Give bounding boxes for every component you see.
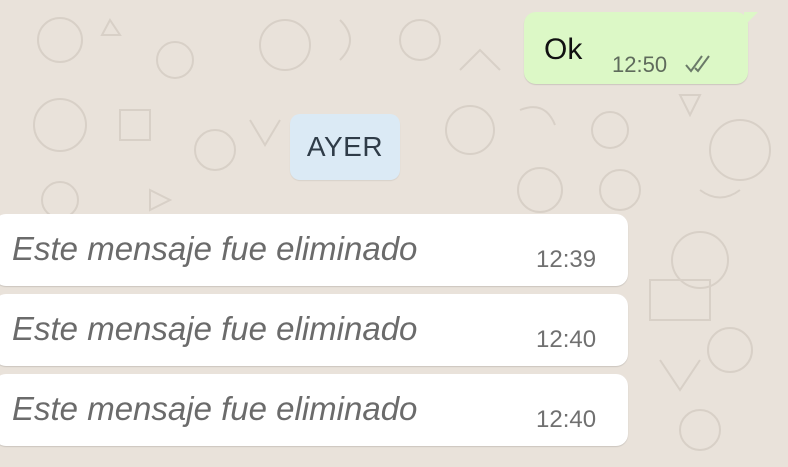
double-check-icon <box>684 54 714 74</box>
deleted-message-text: Este mensaje fue eliminado <box>12 390 418 427</box>
message-time: 12:40 <box>536 406 597 433</box>
incoming-message-bubble[interactable]: Este mensaje fue eliminado 12:39 <box>0 214 628 286</box>
deleted-message-text: Este mensaje fue eliminado <box>12 310 418 347</box>
message-text: Ok <box>544 33 583 66</box>
bubble-tail <box>744 12 758 26</box>
message-time: 12:40 <box>536 326 597 353</box>
incoming-message-bubble[interactable]: Este mensaje fue eliminado 12:40 <box>0 294 628 366</box>
incoming-message-bubble[interactable]: Este mensaje fue eliminado 12:40 <box>0 374 628 446</box>
outgoing-message-bubble[interactable]: Ok 12:50 <box>524 12 758 84</box>
message-time: 12:39 <box>536 246 597 273</box>
deleted-message-text: Este mensaje fue eliminado <box>12 230 418 267</box>
message-time: 12:50 <box>612 52 668 77</box>
date-separator: AYER <box>290 114 400 180</box>
